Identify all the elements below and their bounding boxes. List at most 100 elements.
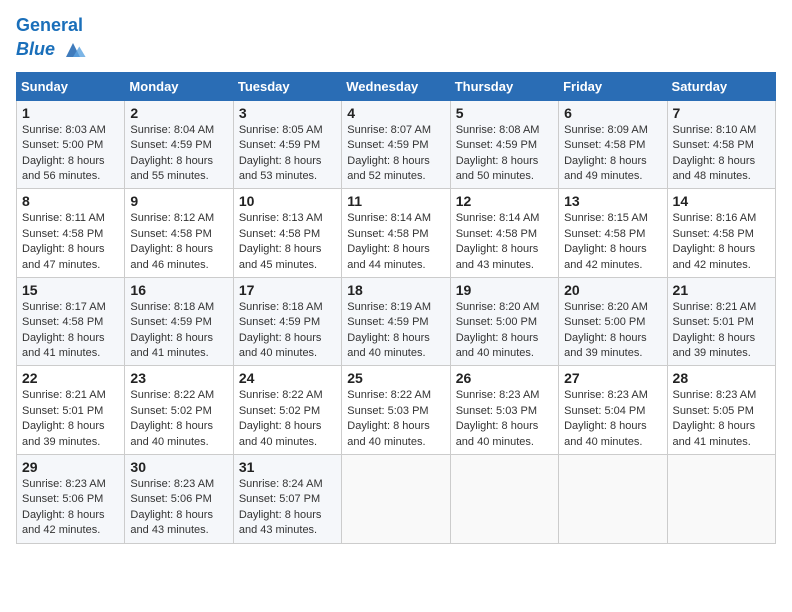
day-of-week-header: Friday bbox=[559, 72, 667, 100]
day-number: 30 bbox=[130, 459, 227, 475]
day-number: 4 bbox=[347, 105, 444, 121]
day-info: Sunrise: 8:23 AM Sunset: 5:06 PM Dayligh… bbox=[130, 477, 227, 539]
day-number: 31 bbox=[239, 459, 336, 475]
day-info: Sunrise: 8:04 AM Sunset: 4:59 PM Dayligh… bbox=[130, 123, 227, 185]
day-number: 28 bbox=[673, 370, 770, 386]
calendar-cell: 10 Sunrise: 8:13 AM Sunset: 4:58 PM Dayl… bbox=[233, 189, 341, 278]
calendar-cell: 22 Sunrise: 8:21 AM Sunset: 5:01 PM Dayl… bbox=[17, 366, 125, 455]
logo-blue: Blue bbox=[16, 40, 55, 60]
day-number: 5 bbox=[456, 105, 553, 121]
day-info: Sunrise: 8:05 AM Sunset: 4:59 PM Dayligh… bbox=[239, 123, 336, 185]
day-number: 6 bbox=[564, 105, 661, 121]
day-info: Sunrise: 8:24 AM Sunset: 5:07 PM Dayligh… bbox=[239, 477, 336, 539]
day-info: Sunrise: 8:20 AM Sunset: 5:00 PM Dayligh… bbox=[564, 300, 661, 362]
day-number: 17 bbox=[239, 282, 336, 298]
calendar-cell: 11 Sunrise: 8:14 AM Sunset: 4:58 PM Dayl… bbox=[342, 189, 450, 278]
day-info: Sunrise: 8:12 AM Sunset: 4:58 PM Dayligh… bbox=[130, 211, 227, 273]
calendar-cell: 6 Sunrise: 8:09 AM Sunset: 4:58 PM Dayli… bbox=[559, 100, 667, 189]
calendar-cell: 21 Sunrise: 8:21 AM Sunset: 5:01 PM Dayl… bbox=[667, 277, 775, 366]
calendar-cell: 16 Sunrise: 8:18 AM Sunset: 4:59 PM Dayl… bbox=[125, 277, 233, 366]
day-number: 24 bbox=[239, 370, 336, 386]
day-of-week-header: Monday bbox=[125, 72, 233, 100]
calendar-cell bbox=[559, 455, 667, 544]
day-info: Sunrise: 8:09 AM Sunset: 4:58 PM Dayligh… bbox=[564, 123, 661, 185]
calendar-cell: 1 Sunrise: 8:03 AM Sunset: 5:00 PM Dayli… bbox=[17, 100, 125, 189]
day-number: 7 bbox=[673, 105, 770, 121]
day-info: Sunrise: 8:22 AM Sunset: 5:02 PM Dayligh… bbox=[130, 388, 227, 450]
day-info: Sunrise: 8:23 AM Sunset: 5:05 PM Dayligh… bbox=[673, 388, 770, 450]
day-number: 29 bbox=[22, 459, 119, 475]
calendar-cell: 30 Sunrise: 8:23 AM Sunset: 5:06 PM Dayl… bbox=[125, 455, 233, 544]
day-info: Sunrise: 8:18 AM Sunset: 4:59 PM Dayligh… bbox=[239, 300, 336, 362]
page-header: General Blue bbox=[16, 16, 776, 64]
calendar-cell: 9 Sunrise: 8:12 AM Sunset: 4:58 PM Dayli… bbox=[125, 189, 233, 278]
calendar-cell: 12 Sunrise: 8:14 AM Sunset: 4:58 PM Dayl… bbox=[450, 189, 558, 278]
calendar-cell: 18 Sunrise: 8:19 AM Sunset: 4:59 PM Dayl… bbox=[342, 277, 450, 366]
calendar-week-row: 8 Sunrise: 8:11 AM Sunset: 4:58 PM Dayli… bbox=[17, 189, 776, 278]
day-number: 27 bbox=[564, 370, 661, 386]
calendar-cell: 3 Sunrise: 8:05 AM Sunset: 4:59 PM Dayli… bbox=[233, 100, 341, 189]
calendar-cell bbox=[342, 455, 450, 544]
calendar-cell: 31 Sunrise: 8:24 AM Sunset: 5:07 PM Dayl… bbox=[233, 455, 341, 544]
day-number: 14 bbox=[673, 193, 770, 209]
day-info: Sunrise: 8:19 AM Sunset: 4:59 PM Dayligh… bbox=[347, 300, 444, 362]
day-info: Sunrise: 8:14 AM Sunset: 4:58 PM Dayligh… bbox=[456, 211, 553, 273]
logo-text: General bbox=[16, 16, 87, 36]
calendar-cell: 19 Sunrise: 8:20 AM Sunset: 5:00 PM Dayl… bbox=[450, 277, 558, 366]
day-number: 18 bbox=[347, 282, 444, 298]
day-number: 13 bbox=[564, 193, 661, 209]
day-number: 22 bbox=[22, 370, 119, 386]
day-number: 3 bbox=[239, 105, 336, 121]
calendar-cell: 5 Sunrise: 8:08 AM Sunset: 4:59 PM Dayli… bbox=[450, 100, 558, 189]
day-info: Sunrise: 8:08 AM Sunset: 4:59 PM Dayligh… bbox=[456, 123, 553, 185]
calendar-cell: 28 Sunrise: 8:23 AM Sunset: 5:05 PM Dayl… bbox=[667, 366, 775, 455]
day-number: 2 bbox=[130, 105, 227, 121]
day-number: 15 bbox=[22, 282, 119, 298]
calendar-table: SundayMondayTuesdayWednesdayThursdayFrid… bbox=[16, 72, 776, 544]
day-number: 11 bbox=[347, 193, 444, 209]
day-info: Sunrise: 8:22 AM Sunset: 5:02 PM Dayligh… bbox=[239, 388, 336, 450]
day-info: Sunrise: 8:13 AM Sunset: 4:58 PM Dayligh… bbox=[239, 211, 336, 273]
day-number: 19 bbox=[456, 282, 553, 298]
day-info: Sunrise: 8:21 AM Sunset: 5:01 PM Dayligh… bbox=[673, 300, 770, 362]
calendar-cell: 23 Sunrise: 8:22 AM Sunset: 5:02 PM Dayl… bbox=[125, 366, 233, 455]
day-info: Sunrise: 8:16 AM Sunset: 4:58 PM Dayligh… bbox=[673, 211, 770, 273]
day-of-week-header: Thursday bbox=[450, 72, 558, 100]
day-info: Sunrise: 8:20 AM Sunset: 5:00 PM Dayligh… bbox=[456, 300, 553, 362]
calendar-week-row: 29 Sunrise: 8:23 AM Sunset: 5:06 PM Dayl… bbox=[17, 455, 776, 544]
calendar-cell: 2 Sunrise: 8:04 AM Sunset: 4:59 PM Dayli… bbox=[125, 100, 233, 189]
calendar-cell: 4 Sunrise: 8:07 AM Sunset: 4:59 PM Dayli… bbox=[342, 100, 450, 189]
logo: General Blue bbox=[16, 16, 87, 64]
logo-icon bbox=[59, 36, 87, 64]
day-number: 20 bbox=[564, 282, 661, 298]
day-number: 23 bbox=[130, 370, 227, 386]
calendar-week-row: 22 Sunrise: 8:21 AM Sunset: 5:01 PM Dayl… bbox=[17, 366, 776, 455]
day-of-week-header: Saturday bbox=[667, 72, 775, 100]
calendar-cell: 29 Sunrise: 8:23 AM Sunset: 5:06 PM Dayl… bbox=[17, 455, 125, 544]
calendar-cell: 24 Sunrise: 8:22 AM Sunset: 5:02 PM Dayl… bbox=[233, 366, 341, 455]
day-of-week-header: Tuesday bbox=[233, 72, 341, 100]
calendar-cell: 15 Sunrise: 8:17 AM Sunset: 4:58 PM Dayl… bbox=[17, 277, 125, 366]
day-number: 21 bbox=[673, 282, 770, 298]
calendar-cell: 27 Sunrise: 8:23 AM Sunset: 5:04 PM Dayl… bbox=[559, 366, 667, 455]
day-info: Sunrise: 8:23 AM Sunset: 5:06 PM Dayligh… bbox=[22, 477, 119, 539]
day-of-week-header: Wednesday bbox=[342, 72, 450, 100]
calendar-week-row: 1 Sunrise: 8:03 AM Sunset: 5:00 PM Dayli… bbox=[17, 100, 776, 189]
day-info: Sunrise: 8:22 AM Sunset: 5:03 PM Dayligh… bbox=[347, 388, 444, 450]
day-info: Sunrise: 8:14 AM Sunset: 4:58 PM Dayligh… bbox=[347, 211, 444, 273]
day-info: Sunrise: 8:10 AM Sunset: 4:58 PM Dayligh… bbox=[673, 123, 770, 185]
calendar-cell: 26 Sunrise: 8:23 AM Sunset: 5:03 PM Dayl… bbox=[450, 366, 558, 455]
day-info: Sunrise: 8:18 AM Sunset: 4:59 PM Dayligh… bbox=[130, 300, 227, 362]
calendar-header-row: SundayMondayTuesdayWednesdayThursdayFrid… bbox=[17, 72, 776, 100]
day-number: 8 bbox=[22, 193, 119, 209]
day-info: Sunrise: 8:21 AM Sunset: 5:01 PM Dayligh… bbox=[22, 388, 119, 450]
day-number: 9 bbox=[130, 193, 227, 209]
day-info: Sunrise: 8:17 AM Sunset: 4:58 PM Dayligh… bbox=[22, 300, 119, 362]
day-info: Sunrise: 8:03 AM Sunset: 5:00 PM Dayligh… bbox=[22, 123, 119, 185]
calendar-cell: 8 Sunrise: 8:11 AM Sunset: 4:58 PM Dayli… bbox=[17, 189, 125, 278]
day-number: 1 bbox=[22, 105, 119, 121]
day-number: 16 bbox=[130, 282, 227, 298]
calendar-cell: 25 Sunrise: 8:22 AM Sunset: 5:03 PM Dayl… bbox=[342, 366, 450, 455]
day-info: Sunrise: 8:11 AM Sunset: 4:58 PM Dayligh… bbox=[22, 211, 119, 273]
calendar-cell: 17 Sunrise: 8:18 AM Sunset: 4:59 PM Dayl… bbox=[233, 277, 341, 366]
